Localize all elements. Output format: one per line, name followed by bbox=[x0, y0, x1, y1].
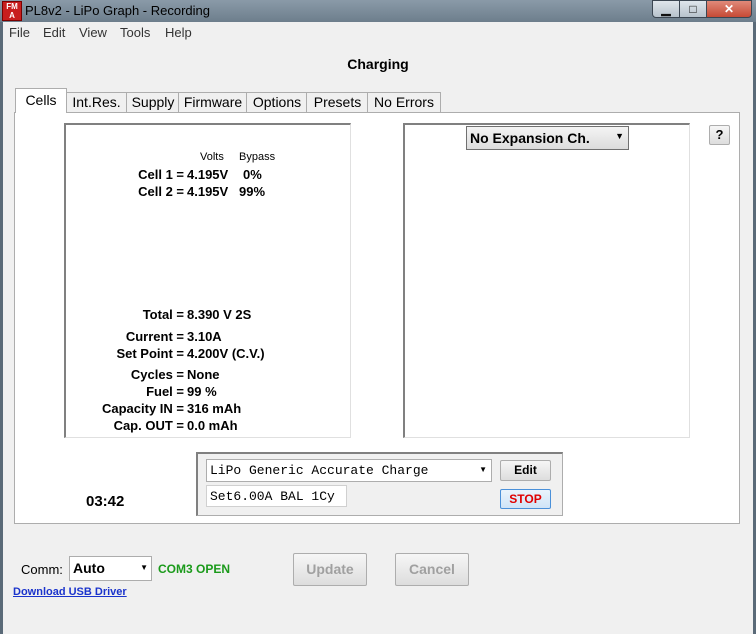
menu-file[interactable]: File bbox=[9, 25, 30, 40]
fuel-value: 99 % bbox=[187, 384, 217, 399]
cap-out-value: 0.0 mAh bbox=[187, 418, 238, 433]
preset-group: LiPo Generic Accurate Charge ▼ Edit Set6… bbox=[196, 452, 563, 516]
menu-bar: File Edit View Tools Help bbox=[3, 22, 753, 44]
expansion-channel-dropdown[interactable]: No Expansion Ch. ▼ bbox=[466, 126, 629, 150]
cell-1-voltage: 4.195V bbox=[187, 167, 229, 182]
edit-button[interactable]: Edit bbox=[500, 460, 551, 481]
app-icon-text-top: FM bbox=[6, 2, 18, 11]
menu-edit[interactable]: Edit bbox=[43, 25, 65, 40]
download-driver-link[interactable]: Download USB Driver bbox=[13, 586, 127, 598]
chevron-down-icon: ▼ bbox=[615, 131, 624, 141]
help-button[interactable]: ? bbox=[709, 125, 730, 145]
title-bar: FM A PL8v2 - LiPo Graph - Recording ▁ □ … bbox=[0, 0, 756, 22]
status-heading: Charging bbox=[347, 56, 409, 72]
chevron-down-icon: ▼ bbox=[479, 465, 487, 474]
cell-1-label: Cell 1 = bbox=[138, 167, 184, 182]
set-point-label: Set Point = bbox=[116, 346, 184, 361]
cycles-label: Cycles = bbox=[130, 367, 184, 382]
capacity-in-value: 316 mAh bbox=[187, 401, 242, 416]
comm-label: Comm: bbox=[21, 562, 63, 577]
preset-dropdown[interactable]: LiPo Generic Accurate Charge ▼ bbox=[206, 459, 492, 482]
volts-header: Volts bbox=[200, 151, 224, 163]
update-button[interactable]: Update bbox=[293, 553, 367, 586]
window-title: PL8v2 - LiPo Graph - Recording bbox=[25, 3, 210, 18]
tab-firmware[interactable]: Firmware bbox=[178, 92, 248, 112]
comm-port-select[interactable]: Auto ▼ bbox=[69, 556, 152, 581]
set-point-value: 4.200V (C.V.) bbox=[187, 346, 265, 361]
expansion-panel: No Expansion Ch. ▼ bbox=[403, 123, 690, 438]
maximize-button[interactable]: □ bbox=[679, 0, 707, 18]
menu-view[interactable]: View bbox=[79, 25, 107, 40]
preset-value: LiPo Generic Accurate Charge bbox=[210, 463, 429, 478]
total-label: Total = bbox=[142, 307, 184, 322]
menu-tools[interactable]: Tools bbox=[120, 25, 150, 40]
tab-options[interactable]: Options bbox=[246, 92, 308, 112]
total-value: 8.390 V 2S bbox=[187, 307, 252, 322]
bypass-header: Bypass bbox=[239, 151, 276, 163]
tab-presets[interactable]: Presets bbox=[306, 92, 369, 112]
cell-2-bypass: 99% bbox=[239, 184, 266, 199]
tab-supply[interactable]: Supply bbox=[126, 92, 180, 112]
expansion-channel-value: No Expansion Ch. bbox=[470, 130, 590, 146]
preset-summary-text: Set6.00A BAL 1Cy bbox=[210, 489, 335, 504]
comm-port-value: Auto bbox=[73, 560, 105, 576]
app-icon[interactable]: FM A bbox=[2, 1, 22, 21]
tab-no-errors[interactable]: No Errors bbox=[367, 92, 441, 112]
capacity-in-label: Capacity IN = bbox=[101, 401, 184, 416]
cell-2-voltage: 4.195V bbox=[187, 184, 229, 199]
fuel-label: Fuel = bbox=[146, 384, 184, 399]
cycles-value: None bbox=[187, 367, 220, 382]
chevron-down-icon: ▼ bbox=[140, 563, 148, 572]
elapsed-timer: 03:42 bbox=[86, 493, 125, 510]
minimize-button[interactable]: ▁ bbox=[652, 0, 680, 18]
client-area: File Edit View Tools Help Charging Cells… bbox=[3, 22, 753, 634]
close-button[interactable]: ✕ bbox=[706, 0, 752, 18]
cancel-button[interactable]: Cancel bbox=[395, 553, 469, 586]
current-label: Current = bbox=[125, 329, 184, 344]
tab-int-res[interactable]: Int.Res. bbox=[65, 92, 128, 112]
menu-help[interactable]: Help bbox=[165, 25, 192, 40]
tab-panel: Volts Bypass Cell 1 = 4.195V 0% Cell 2 =… bbox=[14, 112, 740, 524]
cell-2-label: Cell 2 = bbox=[138, 184, 184, 199]
comm-status: COM3 OPEN bbox=[158, 562, 231, 576]
current-value: 3.10A bbox=[187, 329, 222, 344]
preset-summary: Set6.00A BAL 1Cy bbox=[206, 485, 347, 507]
cell-1-bypass: 0% bbox=[243, 167, 262, 182]
app-icon-text-bottom: A bbox=[9, 11, 15, 20]
tab-cells[interactable]: Cells bbox=[15, 88, 67, 113]
cells-panel: Volts Bypass Cell 1 = 4.195V 0% Cell 2 =… bbox=[64, 123, 351, 438]
cap-out-label: Cap. OUT = bbox=[113, 418, 184, 433]
stop-button[interactable]: STOP bbox=[500, 489, 551, 509]
